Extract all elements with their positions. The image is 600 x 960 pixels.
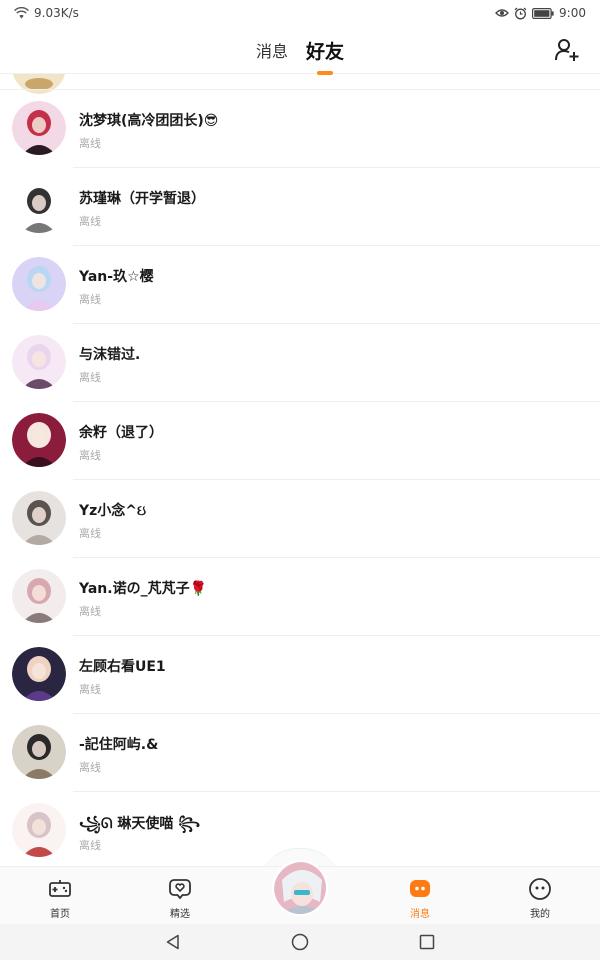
friend-status: 离线 bbox=[79, 137, 101, 150]
friend-row[interactable]: Yan-玖☆樱 离线 bbox=[0, 246, 600, 324]
friend-status: 离线 bbox=[79, 527, 101, 540]
nav-home-label: 首页 bbox=[50, 909, 70, 920]
add-friend-icon[interactable] bbox=[554, 37, 580, 63]
friend-status: 离线 bbox=[79, 839, 101, 852]
friend-name: Yan-玖☆樱 bbox=[79, 269, 154, 285]
tab-messages[interactable]: 消息 bbox=[256, 34, 288, 66]
friend-list: 沈梦琪(高冷团团长)😎 离线 苏瑾琳（开学暂退） 离线 Yan-玖☆樱 离线 与沫错过. 离线… bbox=[0, 90, 600, 870]
friend-row[interactable]: 苏瑾琳（开学暂退） 离线 bbox=[0, 168, 600, 246]
back-icon[interactable] bbox=[165, 934, 181, 950]
friend-name: 苏瑾琳（开学暂退） bbox=[79, 191, 205, 207]
friend-name: -記住阿屿.& bbox=[79, 737, 159, 753]
friend-row[interactable]: Yan.诺の_芃芃子🌹 离线 bbox=[0, 558, 600, 636]
friend-name: 左顾右看UE1 bbox=[79, 659, 166, 675]
friend-status: 离线 bbox=[79, 683, 101, 696]
friend-avatar[interactable] bbox=[12, 569, 66, 623]
friend-status: 离线 bbox=[79, 293, 101, 306]
battery-icon bbox=[532, 7, 554, 19]
friend-row[interactable]: 左顾右看UE1 离线 bbox=[0, 636, 600, 714]
friend-avatar[interactable] bbox=[12, 335, 66, 389]
friend-status: 离线 bbox=[79, 215, 101, 228]
gamepad-icon bbox=[49, 880, 71, 897]
eye-icon bbox=[495, 9, 509, 17]
top-tabs: 消息 好友 bbox=[0, 26, 600, 74]
friend-avatar[interactable] bbox=[12, 491, 66, 545]
clock: 9:00 bbox=[559, 6, 586, 20]
friend-row[interactable]: Yz小念^ઇ 离线 bbox=[0, 480, 600, 558]
top-header: 消息 好友 bbox=[0, 26, 600, 74]
friend-status: 离线 bbox=[79, 761, 101, 774]
friend-name: Yan.诺の_芃芃子🌹 bbox=[79, 581, 208, 597]
nav-profile-label: 我的 bbox=[530, 909, 550, 920]
friend-status: 离线 bbox=[79, 449, 101, 462]
system-nav-bar bbox=[0, 924, 600, 960]
friend-name: 沈梦琪(高冷团团长)😎 bbox=[79, 113, 219, 129]
friend-row[interactable]: 余籽（退了） 离线 bbox=[0, 402, 600, 480]
heart-chat-icon bbox=[169, 879, 191, 900]
home-icon[interactable] bbox=[291, 933, 309, 951]
friend-avatar[interactable] bbox=[12, 101, 66, 155]
network-speed: 9.03K/s bbox=[34, 6, 79, 20]
status-bar: 9.03K/s 9:00 bbox=[0, 0, 600, 26]
friend-avatar[interactable] bbox=[12, 725, 66, 779]
wifi-icon bbox=[14, 7, 29, 19]
nav-featured[interactable]: 精选 bbox=[135, 867, 225, 925]
nav-featured-label: 精选 bbox=[170, 909, 190, 920]
friend-row[interactable]: -記住阿屿.& 离线 bbox=[0, 714, 600, 792]
friend-avatar[interactable] bbox=[12, 803, 66, 857]
friend-avatar[interactable] bbox=[12, 413, 66, 467]
friend-row[interactable]: 沈梦琪(高冷团团长)😎 离线 bbox=[0, 90, 600, 168]
nav-messages-label: 消息 bbox=[410, 909, 430, 920]
nav-profile[interactable]: 我的 bbox=[495, 867, 585, 925]
friend-name: Yz小念^ઇ bbox=[79, 503, 147, 519]
nav-messages[interactable]: 消息 bbox=[375, 867, 465, 925]
friend-avatar[interactable] bbox=[12, 647, 66, 701]
tab-friends[interactable]: 好友 bbox=[306, 33, 344, 68]
nav-home[interactable]: 首页 bbox=[15, 867, 105, 925]
friend-avatar[interactable] bbox=[12, 179, 66, 233]
message-face-icon bbox=[410, 880, 430, 897]
friend-name: 余籽（退了） bbox=[79, 425, 163, 441]
alarm-icon bbox=[514, 7, 527, 19]
recents-icon[interactable] bbox=[419, 934, 435, 950]
center-avatar-button[interactable] bbox=[272, 860, 328, 916]
friend-row[interactable]: 与沫错过. 离线 bbox=[0, 324, 600, 402]
smile-face-icon bbox=[529, 878, 551, 900]
friend-avatar[interactable] bbox=[12, 257, 66, 311]
friend-status: 离线 bbox=[79, 371, 101, 384]
friend-status: 离线 bbox=[79, 605, 101, 618]
friend-name: 与沫错过. bbox=[79, 347, 141, 363]
